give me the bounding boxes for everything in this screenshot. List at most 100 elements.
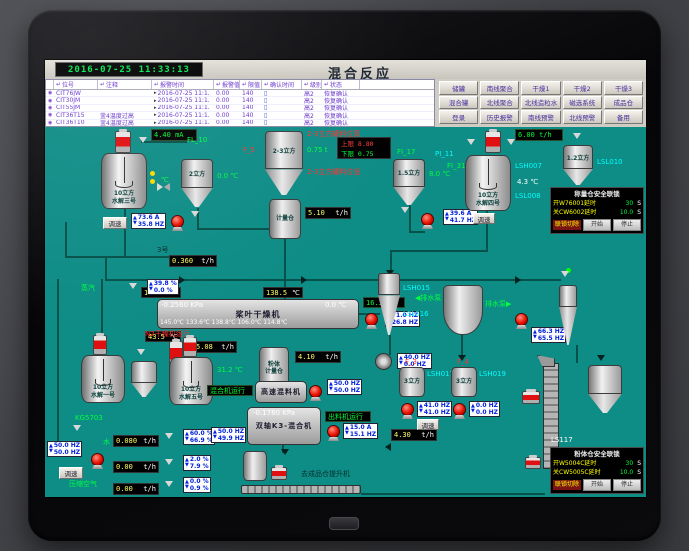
nav-button-0-0[interactable]: 储罐 [439,81,478,95]
interlock-stop-button[interactable]: 停止 [613,479,641,491]
agitator-motor-1[interactable] [115,131,131,153]
valvev-shape[interactable] [165,433,174,446]
hydrolysis-tank-1[interactable]: 10立方 水解一号 [81,355,125,403]
column-header[interactable]: ↵级别 [302,80,322,89]
hydrolysis-tank-4[interactable]: 10立方 水解四号 [465,155,511,211]
valvev-shape[interactable] [467,139,476,152]
nav-button-2-2[interactable]: 南线预警 [521,110,560,124]
nav-button-0-2[interactable]: 干燥1 [521,81,560,95]
column-header[interactable]: ↵注释 [98,80,152,89]
motor-shape[interactable] [522,391,540,404]
hopper-1-5m3[interactable]: 1.5立方 [393,159,425,205]
nav-button-2-1[interactable]: 历史报警 [480,110,519,124]
nav-button-1-4[interactable]: 成品仓 [604,96,643,110]
drive-value: 2.0 % [190,456,209,463]
belt-conveyor[interactable] [241,485,361,494]
valvev-shape[interactable] [165,481,174,494]
column-header[interactable]: ↵限值 [240,80,262,89]
valvev-shape[interactable] [73,425,82,438]
agitator-motor-2[interactable] [485,131,501,153]
alarm-tag-text: CIT36T10 [56,120,85,126]
alarm-table-body: ◉CIT76JW▸2016-07-25 11:1.0.00140▯高2恢复确认◉… [46,90,434,127]
drive-values: 2.0 %7.9 % [190,456,209,470]
hopper-shape[interactable]: 1.2立方 [563,145,593,185]
nav-button-2-4[interactable]: 备用 [604,110,643,124]
speed-button[interactable]: 调速 [103,217,127,229]
alarm-row[interactable]: ◉CIT30JM▸2016-07-25 11:1.0.00140▯高2恢复确认 [46,97,434,104]
nav-button-1-1[interactable]: 北线聚合 [480,96,519,110]
alarm-row[interactable]: ◉CIT36T15釜4温度过高▸2016-07-25 11:1.0.00140▯… [46,112,434,119]
interlock-start-button[interactable]: 开始 [583,479,611,491]
alarm-row[interactable]: ◉CIT36T10釜4温度过高▸2016-07-25 11:1.0.00140▯… [46,120,434,127]
up-down-arrows-icon: ▲▼ [533,330,537,341]
nav-button-0-4[interactable]: 干燥3 [604,81,643,95]
column-header[interactable]: ↵状态 [322,80,360,89]
column-header[interactable]: ↵报警值 [214,80,240,89]
pump-shape[interactable] [401,403,414,416]
value: 4.30 [394,431,411,439]
cyl-shape[interactable]: 3立方 [399,367,425,397]
cyclone-1[interactable] [378,273,400,335]
speed-button[interactable]: 调速 [473,213,495,224]
alarm-confirm: ▯ [262,105,302,111]
cyl-shape[interactable]: 3立方 [451,367,477,397]
pump-shape[interactable] [453,403,466,416]
hopper-cone [378,295,400,335]
motor-shape[interactable] [93,335,107,355]
valvev-shape[interactable] [165,459,174,472]
drive-value: 73.6 A [138,214,164,221]
alarm-row[interactable]: ◉CIT55JM▸2016-07-25 11:1.0.00140▯高2恢复确认 [46,105,434,112]
nav-button-0-3[interactable]: 干燥2 [563,81,602,95]
hopper-2-3m3[interactable]: 2-3立方 [265,131,303,195]
water-pump[interactable] [91,453,104,466]
dosing-pump[interactable] [421,213,434,226]
alarm-tag: CIT30JM [54,97,98,103]
unit: t/h [140,485,156,493]
cyclone-2[interactable] [559,285,577,345]
alarm-row[interactable]: ◉CIT76JW▸2016-07-25 11:1.0.00140▯高2恢复确认 [46,90,434,97]
nav-button-2-0[interactable]: 登录 [439,110,478,124]
motor-shape[interactable] [183,337,197,357]
valvev-shape[interactable] [139,137,148,150]
hopper-2m3[interactable]: 2立方 [181,159,213,207]
exhaust-fan[interactable] [375,353,392,370]
nav-button-0-1[interactable]: 南线聚合 [480,81,519,95]
motor-shape[interactable] [271,467,287,480]
drain-water-tank[interactable] [443,285,483,335]
alarm-value: 0.00 [214,112,240,118]
drain-pump[interactable] [515,313,528,326]
alarm-limit-text: 140 [242,90,253,96]
cyl-shape[interactable] [243,451,267,481]
metering-bin[interactable]: 计量仓 [269,199,301,239]
speed-button[interactable]: 调速 [59,467,83,479]
finished-product-hopper[interactable] [588,365,622,413]
nav-button-2-3[interactable]: 北线预警 [563,110,602,124]
home-button[interactable] [329,517,359,530]
interlock-stop-button[interactable]: 停止 [613,219,641,231]
equipment-label: 10立方 水解一号 [91,384,115,399]
pump-shape[interactable] [365,313,378,326]
high-speed-mixer[interactable]: 高速混料机 [255,381,307,403]
interlock-start-button[interactable]: 开始 [583,219,611,231]
column-header[interactable]: ↵报警时间 [152,80,214,89]
drive-value: 41.0 HZ [424,409,450,416]
lcdb-shape: 0.080t/h [113,435,159,447]
pump-3[interactable] [171,215,184,228]
speed-button[interactable]: 调速 [417,419,439,430]
valvev-shape[interactable] [191,211,200,224]
column-header[interactable]: ↵位号 [54,80,98,89]
nav-button-1-0[interactable]: 混合罐 [439,96,478,110]
valveh-shape[interactable] [157,183,170,192]
column-header[interactable]: ↵确认时间 [262,80,302,89]
nav-button-1-3[interactable]: 磁选系统 [563,96,602,110]
valvev-shape[interactable] [401,207,410,220]
valvev-shape[interactable] [129,283,138,296]
hopper-shape[interactable] [131,361,157,397]
pump-shape[interactable] [309,385,322,398]
motor-shape[interactable] [525,457,541,469]
hydrolysis-tank-3[interactable]: 10立方 水解三号 [101,153,147,209]
valvev-shape[interactable] [561,271,570,284]
hydrolysis-tank-5[interactable]: 10立方 水解五号 [169,357,213,405]
pump-shape[interactable] [327,425,340,438]
nav-button-1-2[interactable]: 北线造粒水 [521,96,560,110]
